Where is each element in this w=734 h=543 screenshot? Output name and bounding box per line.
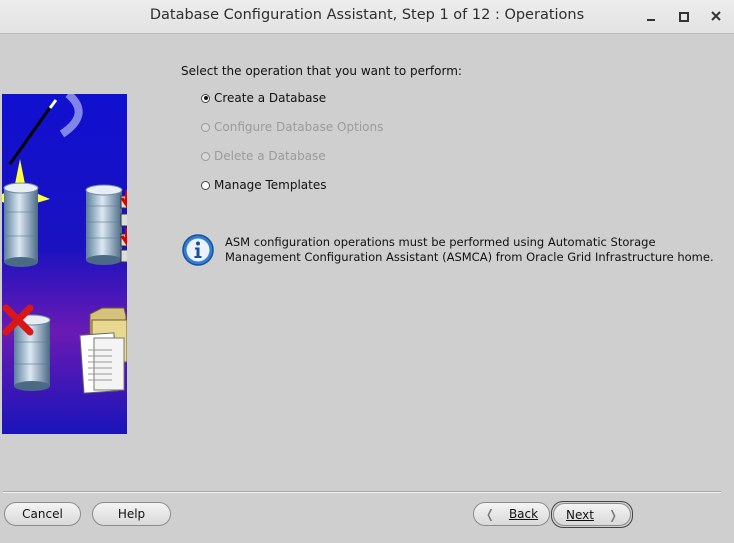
option-delete-database: Delete a Database xyxy=(201,148,326,164)
minimize-icon[interactable] xyxy=(641,6,661,26)
operation-prompt: Select the operation that you want to pe… xyxy=(181,64,462,78)
radio-button-disabled xyxy=(201,122,210,132)
close-icon[interactable] xyxy=(706,6,726,26)
next-button-label: Next xyxy=(565,507,594,522)
chevron-right-icon: ❭ xyxy=(607,507,619,522)
info-icon xyxy=(182,234,214,266)
option-label: Delete a Database xyxy=(214,149,326,163)
help-button-label: Help xyxy=(117,507,146,521)
info-line: ASM configuration operations must be per… xyxy=(225,235,656,249)
database-cylinder-icon xyxy=(85,184,123,265)
database-cylinder-icon xyxy=(3,182,39,267)
help-button[interactable]: Help xyxy=(92,502,171,526)
next-button[interactable]: Next ❭ xyxy=(553,503,631,526)
window-title: Database Configuration Assistant, Step 1… xyxy=(149,7,585,23)
radio-button[interactable] xyxy=(201,180,210,190)
option-label: Create a Database xyxy=(214,91,327,105)
footer-separator xyxy=(3,491,721,493)
maximize-icon[interactable] xyxy=(674,6,694,26)
option-label: Manage Templates xyxy=(214,178,327,192)
option-create-database[interactable]: Create a Database xyxy=(201,90,326,106)
asm-info-message: ASM configuration operations must be per… xyxy=(225,235,725,265)
radio-button-selected[interactable] xyxy=(201,93,210,103)
wizard-side-illustration xyxy=(2,94,127,434)
option-manage-templates[interactable]: Manage Templates xyxy=(201,177,327,193)
title-bar: Database Configuration Assistant, Step 1… xyxy=(0,0,734,34)
back-button-label: Back xyxy=(508,507,539,521)
cancel-button[interactable]: Cancel xyxy=(4,502,81,526)
radio-button-disabled xyxy=(201,151,210,161)
option-label: Configure Database Options xyxy=(214,120,384,134)
chevron-left-icon: ❬ xyxy=(484,507,495,521)
database-cylinder-icon xyxy=(13,314,51,391)
option-configure-database-options: Configure Database Options xyxy=(201,119,383,135)
checkbox-list-icon xyxy=(120,189,127,263)
info-line: Management Configuration Assistant (ASMC… xyxy=(225,250,714,264)
cancel-button-label: Cancel xyxy=(22,507,63,521)
back-button[interactable]: ❬ Back xyxy=(473,502,550,526)
